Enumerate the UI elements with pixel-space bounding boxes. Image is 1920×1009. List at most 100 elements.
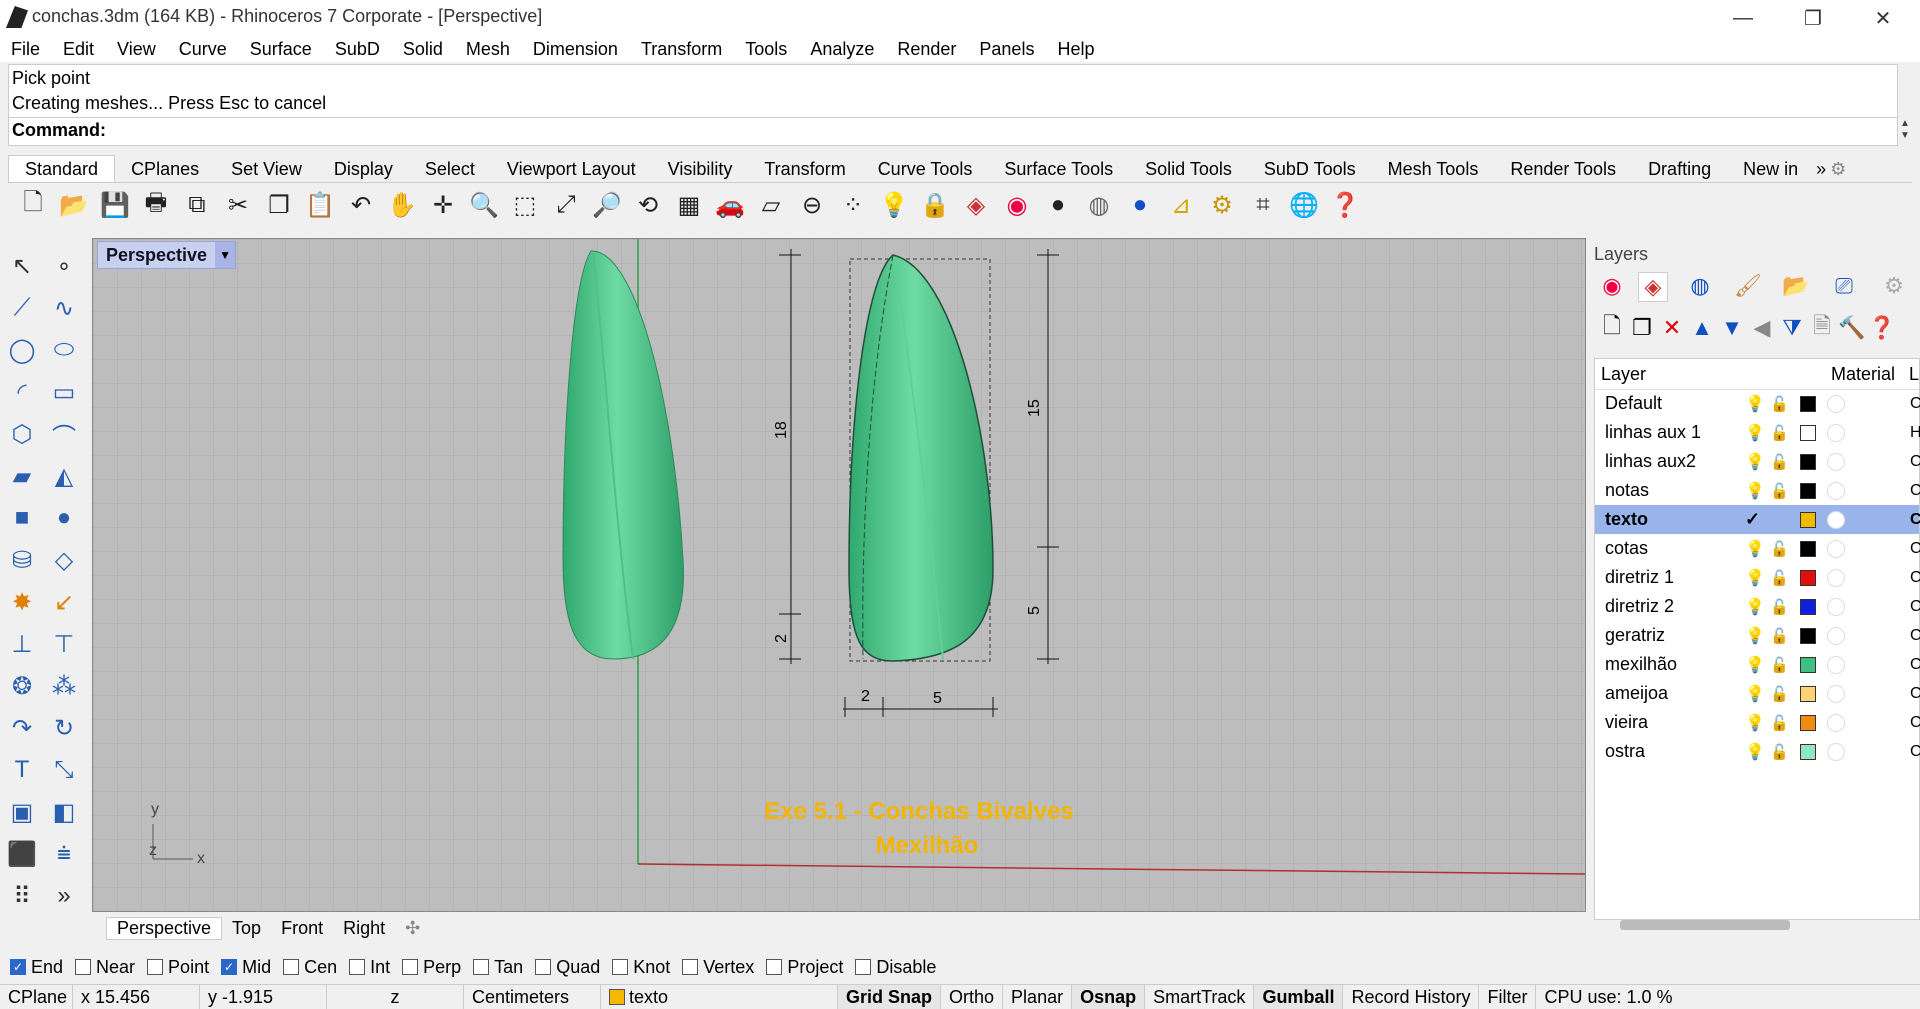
- tab-display[interactable]: Display: [318, 156, 409, 182]
- menu-dimension[interactable]: Dimension: [522, 39, 630, 60]
- layer-material-icon[interactable]: [1827, 539, 1845, 558]
- render-sphere-icon[interactable]: ●: [1123, 188, 1157, 222]
- panel-gear-icon[interactable]: ⚙: [1880, 272, 1908, 300]
- layer-visible-bulb-icon[interactable]: 💡: [1745, 626, 1765, 646]
- layer-row[interactable]: mexilhão 💡 🔓 C: [1595, 650, 1920, 679]
- osnap-cen[interactable]: Cen: [283, 957, 337, 978]
- menu-transform[interactable]: Transform: [630, 39, 734, 60]
- minimize-button[interactable]: —: [1710, 0, 1776, 36]
- zoom-icon[interactable]: 🔍: [467, 188, 501, 222]
- layer-row[interactable]: texto ✓ C: [1595, 505, 1920, 534]
- tabs-gear-icon[interactable]: ⚙: [1828, 156, 1848, 182]
- more-tools-grid-icon[interactable]: ⠿: [4, 878, 40, 914]
- close-button[interactable]: ✕: [1850, 0, 1916, 36]
- command-scroll-arrows[interactable]: ▲ ▼: [1896, 118, 1914, 144]
- layer-material-icon[interactable]: [1827, 684, 1845, 703]
- layer-visible-bulb-icon[interactable]: 💡: [1745, 742, 1765, 762]
- osnap-checkbox[interactable]: [349, 959, 366, 975]
- osnap-checkbox[interactable]: ✓: [221, 959, 238, 975]
- osnap-checkbox[interactable]: [75, 959, 92, 975]
- layer-material-icon[interactable]: [1827, 481, 1845, 500]
- osnap-disable[interactable]: Disable: [855, 957, 936, 978]
- layer-row[interactable]: notas 💡 🔓 C: [1595, 476, 1920, 505]
- layers-tab-icon[interactable]: ◈: [1638, 272, 1668, 302]
- osnap-checkbox[interactable]: [473, 959, 490, 975]
- pan-hand-icon[interactable]: ✋: [385, 188, 419, 222]
- lights-icon[interactable]: ⊿: [1164, 188, 1198, 222]
- lock-icon[interactable]: 🔒: [918, 188, 952, 222]
- light-bulb-icon[interactable]: 💡: [877, 188, 911, 222]
- points-icon[interactable]: ⁘: [836, 188, 870, 222]
- header-material[interactable]: Material: [1831, 364, 1895, 385]
- move-left-icon[interactable]: ◀: [1748, 314, 1776, 342]
- layer-material-icon[interactable]: [1827, 626, 1845, 645]
- layer-color-swatch[interactable]: [1800, 453, 1816, 470]
- layer-unlock-icon[interactable]: 🔓: [1770, 714, 1789, 732]
- tabs-overflow-button[interactable]: »: [1814, 156, 1828, 182]
- layer-name[interactable]: linhas aux 1: [1605, 422, 1701, 443]
- shaded-sphere-icon[interactable]: ●: [1041, 188, 1075, 222]
- layer-visible-bulb-icon[interactable]: 💡: [1745, 539, 1765, 559]
- menu-curve[interactable]: Curve: [168, 39, 239, 60]
- layer-hscrollbar[interactable]: [1620, 920, 1790, 930]
- viewport-title[interactable]: Perspective ▼: [97, 241, 237, 269]
- layer-material-icon[interactable]: [1827, 713, 1845, 732]
- layer-color-swatch[interactable]: [1800, 743, 1816, 760]
- layer-color-swatch[interactable]: [1800, 627, 1816, 644]
- vp-tab-perspective[interactable]: Perspective: [106, 916, 223, 940]
- color-wheel-icon[interactable]: ◉: [1000, 188, 1034, 222]
- layer-row[interactable]: linhas aux2 💡 🔓 C: [1595, 447, 1920, 476]
- menu-render[interactable]: Render: [886, 39, 968, 60]
- annotation-title[interactable]: Exe 5.1 - Conchas Bivalves: [764, 798, 1074, 825]
- status-filter[interactable]: Filter: [1479, 985, 1537, 1009]
- layer-color-swatch[interactable]: [1800, 424, 1816, 441]
- block-icon[interactable]: ⬛: [4, 836, 40, 872]
- layers-icon[interactable]: ◈: [959, 188, 993, 222]
- layer-name[interactable]: ostra: [1605, 741, 1645, 762]
- cylinder-icon[interactable]: ⛁: [4, 542, 40, 578]
- menu-edit[interactable]: Edit: [52, 39, 106, 60]
- layer-row[interactable]: linhas aux 1 💡 🔓 H: [1595, 418, 1920, 447]
- osnap-near[interactable]: Near: [75, 957, 135, 978]
- menu-solid[interactable]: Solid: [392, 39, 455, 60]
- library-tab-icon[interactable]: 📂: [1782, 272, 1810, 300]
- tab-subd-tools[interactable]: SubD Tools: [1248, 156, 1372, 182]
- annotation-subtitle[interactable]: Mexilhão: [876, 832, 979, 859]
- layer-row[interactable]: geratriz 💡 🔓 C: [1595, 621, 1920, 650]
- layer-unlock-icon[interactable]: 🔓: [1770, 627, 1789, 645]
- osnap-knot[interactable]: Knot: [612, 957, 670, 978]
- menu-mesh[interactable]: Mesh: [455, 39, 522, 60]
- delete-layer-icon[interactable]: ✕: [1658, 314, 1686, 342]
- undo-icon[interactable]: ↶: [344, 188, 378, 222]
- command-prompt[interactable]: Command:: [12, 120, 106, 141]
- layer-visible-bulb-icon[interactable]: 💡: [1745, 713, 1765, 733]
- new-file-icon[interactable]: 🗋: [16, 188, 50, 222]
- osnap-quad[interactable]: Quad: [535, 957, 600, 978]
- layer-row[interactable]: ameijoa 💡 🔓 C: [1595, 679, 1920, 708]
- status-layer[interactable]: texto: [601, 985, 838, 1009]
- status-smarttrack[interactable]: SmartTrack: [1145, 985, 1255, 1009]
- tab-standard[interactable]: Standard: [8, 155, 116, 182]
- layer-unlock-icon[interactable]: 🔓: [1770, 482, 1789, 500]
- car-icon[interactable]: 🚗: [713, 188, 747, 222]
- osnap-checkbox[interactable]: [147, 959, 164, 975]
- boolean-icon[interactable]: ❂: [4, 668, 40, 704]
- status-record-history[interactable]: Record History: [1343, 985, 1480, 1009]
- four-viewports-icon[interactable]: ▦: [672, 188, 706, 222]
- curve-from-object-icon[interactable]: ↷: [4, 710, 40, 746]
- copy-icon[interactable]: ❐: [262, 188, 296, 222]
- layer-visible-bulb-icon[interactable]: 💡: [1745, 481, 1765, 501]
- layer-unlock-icon[interactable]: 🔓: [1770, 598, 1789, 616]
- layer-name[interactable]: texto: [1605, 509, 1648, 530]
- layer-material-icon[interactable]: [1827, 742, 1845, 761]
- layer-name[interactable]: mexilhão: [1605, 654, 1677, 675]
- expand-tools-icon[interactable]: »: [46, 878, 82, 914]
- mesh-icon[interactable]: ◇: [46, 542, 82, 578]
- rotate-view-icon[interactable]: ✛: [426, 188, 460, 222]
- layer-row[interactable]: Default 💡 🔓 C: [1595, 389, 1920, 418]
- layer-row[interactable]: diretriz 1 💡 🔓 C: [1595, 563, 1920, 592]
- osnap-checkbox[interactable]: [682, 959, 699, 975]
- tab-new-in[interactable]: New in: [1727, 156, 1814, 182]
- menu-analyze[interactable]: Analyze: [799, 39, 886, 60]
- zoom-selected-icon[interactable]: 🔎: [590, 188, 624, 222]
